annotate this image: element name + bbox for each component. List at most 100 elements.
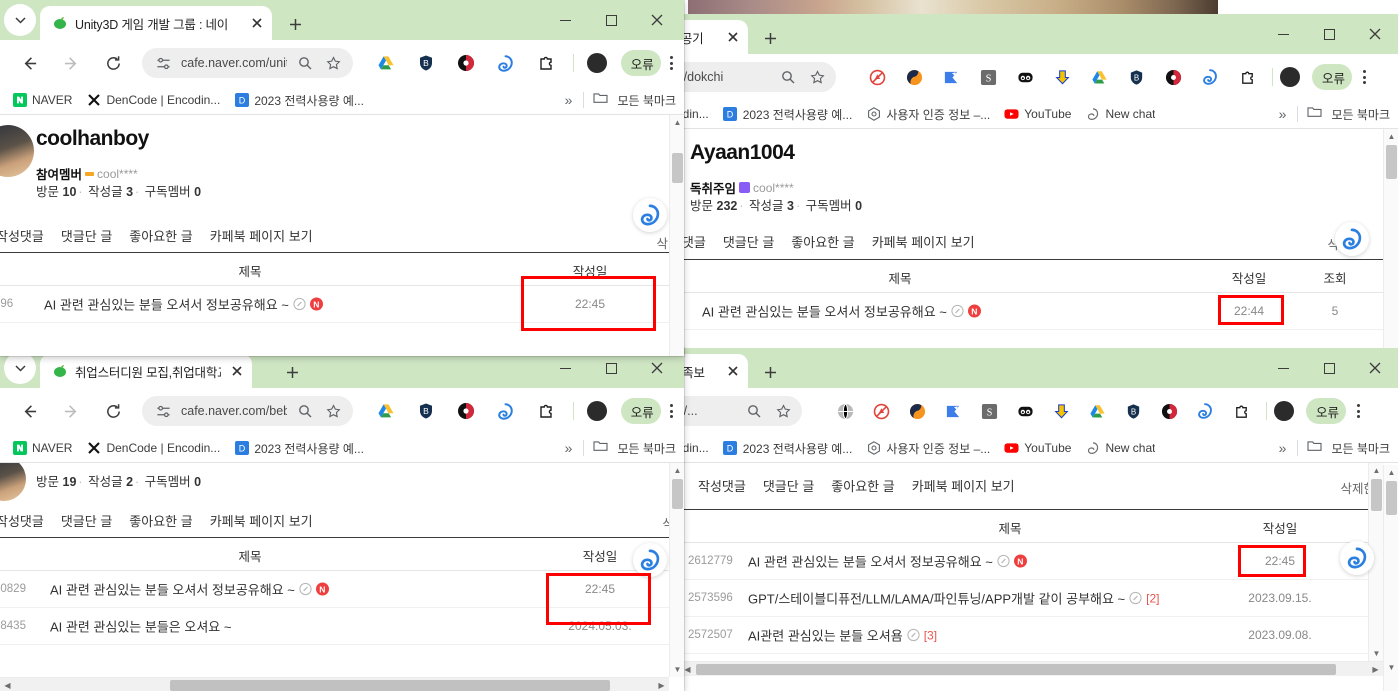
kakao-icon[interactable] bbox=[906, 400, 928, 422]
scroll-right-icon[interactable]: ▶ bbox=[654, 678, 669, 691]
chatgpt-floating-icon[interactable] bbox=[633, 543, 667, 577]
profile-tab-written-comments[interactable]: 작성댓글 bbox=[0, 511, 44, 530]
profile-tab-written-comments[interactable]: 작성댓글 bbox=[0, 226, 44, 245]
avatar[interactable] bbox=[586, 401, 607, 421]
address-bar[interactable]: naver.com/... bbox=[680, 396, 802, 426]
scroll-down-icon[interactable]: ▼ bbox=[1369, 646, 1384, 661]
maximize-button[interactable] bbox=[1306, 348, 1352, 388]
bookmark-item[interactable]: D 2023 전력사용량 예... bbox=[723, 440, 852, 457]
address-bar[interactable]: naver.com/dokchi bbox=[680, 62, 836, 92]
chatgpt-icon[interactable] bbox=[495, 400, 517, 422]
close-window-button[interactable] bbox=[1352, 348, 1398, 388]
avatar[interactable] bbox=[586, 53, 607, 73]
browser-tab[interactable]: 기업,공기 bbox=[680, 20, 748, 54]
scroll-down-icon[interactable]: ▼ bbox=[670, 662, 684, 677]
scroll-left-icon[interactable]: ◀ bbox=[0, 678, 15, 691]
chrome-menu-button[interactable] bbox=[1356, 67, 1372, 87]
bookmark-item[interactable]: DenCode | Encodin... bbox=[86, 441, 220, 456]
site-settings-icon[interactable] bbox=[152, 400, 174, 422]
scroll-right-icon[interactable]: ▶ bbox=[1368, 662, 1383, 676]
window-top-right[interactable]: 기업,공기 naver.com/dokchi bbox=[680, 14, 1398, 348]
avatar[interactable] bbox=[1274, 401, 1294, 421]
profile-tab-cafebook[interactable]: 카페북 페이지 보기 bbox=[912, 476, 1015, 495]
back-button[interactable] bbox=[14, 396, 44, 426]
bookmark-star-icon[interactable] bbox=[806, 66, 828, 88]
kakao-icon[interactable] bbox=[903, 66, 925, 88]
scroll-up-icon[interactable]: ▲ bbox=[670, 115, 684, 130]
horizontal-scrollbar[interactable]: ◀ ▶ bbox=[680, 661, 1383, 676]
window-bottom-right[interactable]: ,토익,족보 naver.com/... bbox=[680, 348, 1398, 691]
scrollbar-thumb[interactable] bbox=[170, 680, 610, 691]
chatgpt-floating-icon[interactable] bbox=[633, 198, 667, 232]
scholar-s-icon[interactable]: S bbox=[978, 400, 1000, 422]
bookmark-item[interactable]: ...odin... bbox=[680, 441, 709, 455]
gdrive-icon[interactable] bbox=[375, 400, 397, 422]
bookmark-item[interactable]: NAVER bbox=[12, 93, 72, 108]
vertical-scrollbar[interactable]: ▲ bbox=[1383, 129, 1398, 348]
profile-tab-liked-posts[interactable]: 좋아요한 글 bbox=[129, 511, 192, 530]
table-row[interactable]: 2612779 AI 관련 관심있는 분들 오셔서 정보공유해요 ~ N 22:… bbox=[680, 543, 1383, 580]
horizontal-scrollbar[interactable]: ◀ ▶ bbox=[0, 677, 669, 691]
tab-search-chevron-icon[interactable] bbox=[4, 4, 36, 36]
tab-search-chevron-icon[interactable] bbox=[4, 352, 36, 384]
panda-icon[interactable] bbox=[1014, 400, 1036, 422]
avatar[interactable] bbox=[1280, 67, 1300, 87]
close-window-button[interactable] bbox=[634, 0, 680, 40]
profile-tab-commented-posts[interactable]: 댓글단 글 bbox=[763, 476, 814, 495]
post-title[interactable]: AI 관련 관심있는 분들 오셔서 정보공유해요 ~ N bbox=[702, 302, 981, 321]
close-icon[interactable] bbox=[248, 14, 266, 32]
bookmark-star-icon[interactable] bbox=[772, 400, 794, 422]
scroll-up-icon[interactable]: ▲ bbox=[1384, 129, 1398, 144]
bluesky-icon[interactable] bbox=[942, 400, 964, 422]
bookmark-item[interactable]: D 2023 전력사용량 예... bbox=[234, 92, 364, 109]
minimize-button[interactable] bbox=[1260, 348, 1306, 388]
scrollbar-thumb[interactable] bbox=[1386, 481, 1397, 515]
profile-tab-cafebook[interactable]: 카페북 페이지 보기 bbox=[210, 511, 313, 530]
scrollbar-thumb[interactable] bbox=[696, 664, 1336, 675]
deleted-posts-link[interactable]: 삭 bbox=[656, 233, 668, 252]
chatgpt-icon[interactable] bbox=[1194, 400, 1216, 422]
post-title[interactable]: AI 관련 관심있는 분들 오셔서 정보공유해요 ~ N bbox=[44, 295, 323, 314]
search-icon[interactable] bbox=[743, 400, 765, 422]
close-icon[interactable] bbox=[724, 28, 742, 46]
bookmarks-overflow-icon[interactable]: » bbox=[563, 92, 575, 108]
forward-button[interactable] bbox=[56, 48, 86, 78]
bookmark-item[interactable]: YouTube bbox=[1004, 107, 1071, 122]
close-icon[interactable] bbox=[724, 362, 742, 380]
bookmark-item[interactable]: DenCode | Encodin... bbox=[86, 93, 220, 108]
close-icon[interactable] bbox=[228, 362, 246, 380]
all-bookmarks-label[interactable]: 모든 북마크 bbox=[617, 440, 676, 457]
profile-avatar[interactable] bbox=[0, 463, 26, 501]
profile-tab-liked-posts[interactable]: 좋아요한 글 bbox=[791, 232, 854, 251]
panda-icon[interactable] bbox=[1014, 66, 1036, 88]
download-icon[interactable] bbox=[1051, 66, 1073, 88]
maximize-button[interactable] bbox=[588, 0, 634, 40]
table-row[interactable]: 796 AI 관련 관심있는 분들 오셔서 정보공유해요 ~ N 22:45 bbox=[0, 286, 669, 323]
bookmark-item[interactable]: 사용자 인증 정보 –... bbox=[866, 106, 990, 123]
new-tab-button[interactable] bbox=[280, 360, 304, 384]
reload-button[interactable] bbox=[98, 48, 128, 78]
bitwarden-icon[interactable]: B bbox=[1122, 400, 1144, 422]
pocket-icon[interactable] bbox=[455, 400, 477, 422]
browser-tab[interactable]: ,토익,족보 bbox=[680, 354, 748, 388]
profile-tab-liked-posts[interactable]: 좋아요한 글 bbox=[831, 476, 894, 495]
search-icon[interactable] bbox=[294, 52, 316, 74]
new-tab-button[interactable] bbox=[283, 12, 307, 36]
bookmark-item[interactable]: New chat bbox=[1085, 107, 1155, 122]
scrollbar-thumb[interactable] bbox=[1371, 479, 1382, 511]
back-button[interactable] bbox=[14, 48, 44, 78]
profile-tab-written-comments[interactable]: 작성댓글 bbox=[698, 476, 746, 495]
bookmark-item[interactable]: New chat bbox=[1085, 441, 1155, 456]
minimize-button[interactable] bbox=[542, 0, 588, 40]
profile-tab-commented-posts[interactable]: 댓글단 글 bbox=[723, 232, 774, 251]
all-bookmarks-label[interactable]: 모든 북마크 bbox=[1331, 106, 1390, 123]
address-bar[interactable]: cafe.naver.com/unit... bbox=[142, 48, 353, 78]
all-bookmarks-label[interactable]: 모든 북마크 bbox=[1331, 440, 1390, 457]
gdrive-icon[interactable] bbox=[1088, 66, 1110, 88]
scroll-up-icon[interactable]: ▲ bbox=[1384, 465, 1398, 480]
table-row[interactable]: 38435 AI 관련 관심있는 분들은 오셔요 ~ 2024.05.03. bbox=[0, 608, 669, 645]
error-pill-button[interactable]: 오류 bbox=[1306, 398, 1347, 424]
window-bottom-left[interactable]: 취업스터디원 모집,취업대학교 cafe.naver.com/beb B 오류 … bbox=[0, 348, 684, 691]
profile-tab-cafebook[interactable]: 카페북 페이지 보기 bbox=[872, 232, 975, 251]
chrome-menu-button[interactable] bbox=[665, 401, 678, 421]
